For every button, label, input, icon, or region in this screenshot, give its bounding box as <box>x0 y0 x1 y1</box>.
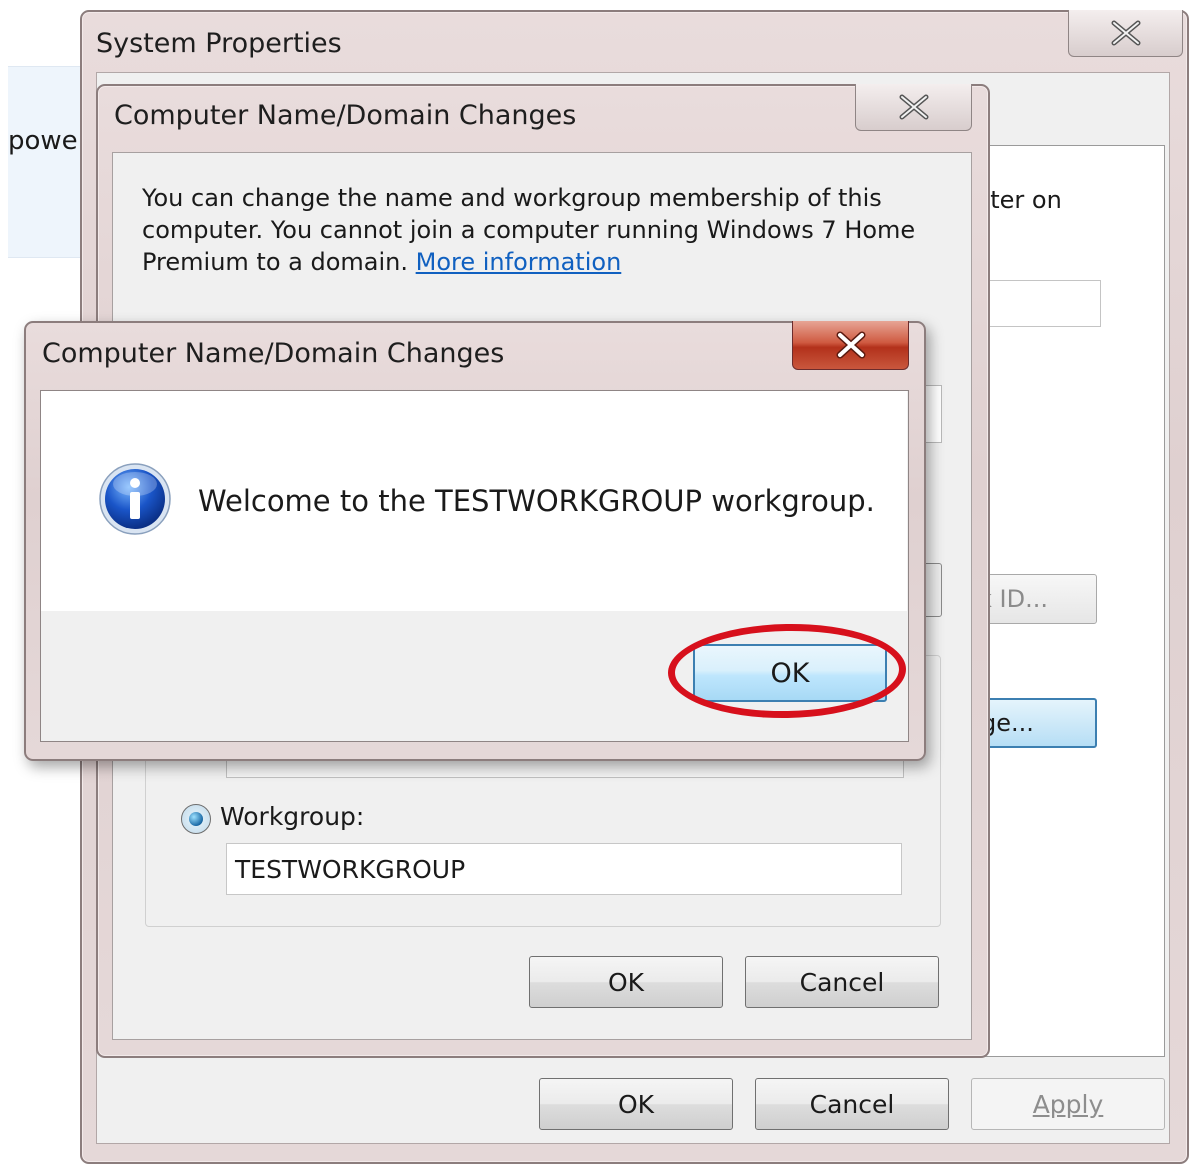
message-box-title: Computer Name/Domain Changes <box>42 338 505 369</box>
information-icon <box>99 463 171 535</box>
computer-name-cancel-button[interactable]: Cancel <box>745 956 939 1008</box>
workgroup-radio[interactable] <box>181 804 211 834</box>
radio-selected-dot <box>189 812 203 826</box>
message-text: Welcome to the TESTWORKGROUP workgroup. <box>198 484 875 518</box>
message-box-close-button[interactable] <box>792 321 909 370</box>
system-properties-ok-button[interactable]: OK <box>539 1078 733 1130</box>
close-icon <box>1111 20 1140 46</box>
computer-name-dialog-title: Computer Name/Domain Changes <box>114 100 577 131</box>
close-icon <box>836 331 865 359</box>
workgroup-label: Workgroup: <box>220 802 365 831</box>
background-page-panel <box>8 66 88 258</box>
system-properties-title: System Properties <box>96 28 342 59</box>
close-icon <box>899 94 928 120</box>
computer-name-ok-button[interactable]: OK <box>529 956 723 1008</box>
system-properties-cancel-button[interactable]: Cancel <box>755 1078 949 1130</box>
more-information-link[interactable]: More information <box>416 248 622 276</box>
system-properties-apply-button[interactable]: Apply <box>971 1078 1165 1130</box>
computer-description-field[interactable] <box>985 280 1101 327</box>
workgroup-input[interactable]: TESTWORKGROUP <box>226 843 902 895</box>
apply-label: Apply <box>1032 1089 1104 1119</box>
computer-name-description: You can change the name and workgroup me… <box>142 182 932 278</box>
background-page-text: powe <box>8 126 78 156</box>
computer-name-dialog-close-button[interactable] <box>855 84 972 131</box>
system-properties-close-button[interactable] <box>1068 10 1183 57</box>
